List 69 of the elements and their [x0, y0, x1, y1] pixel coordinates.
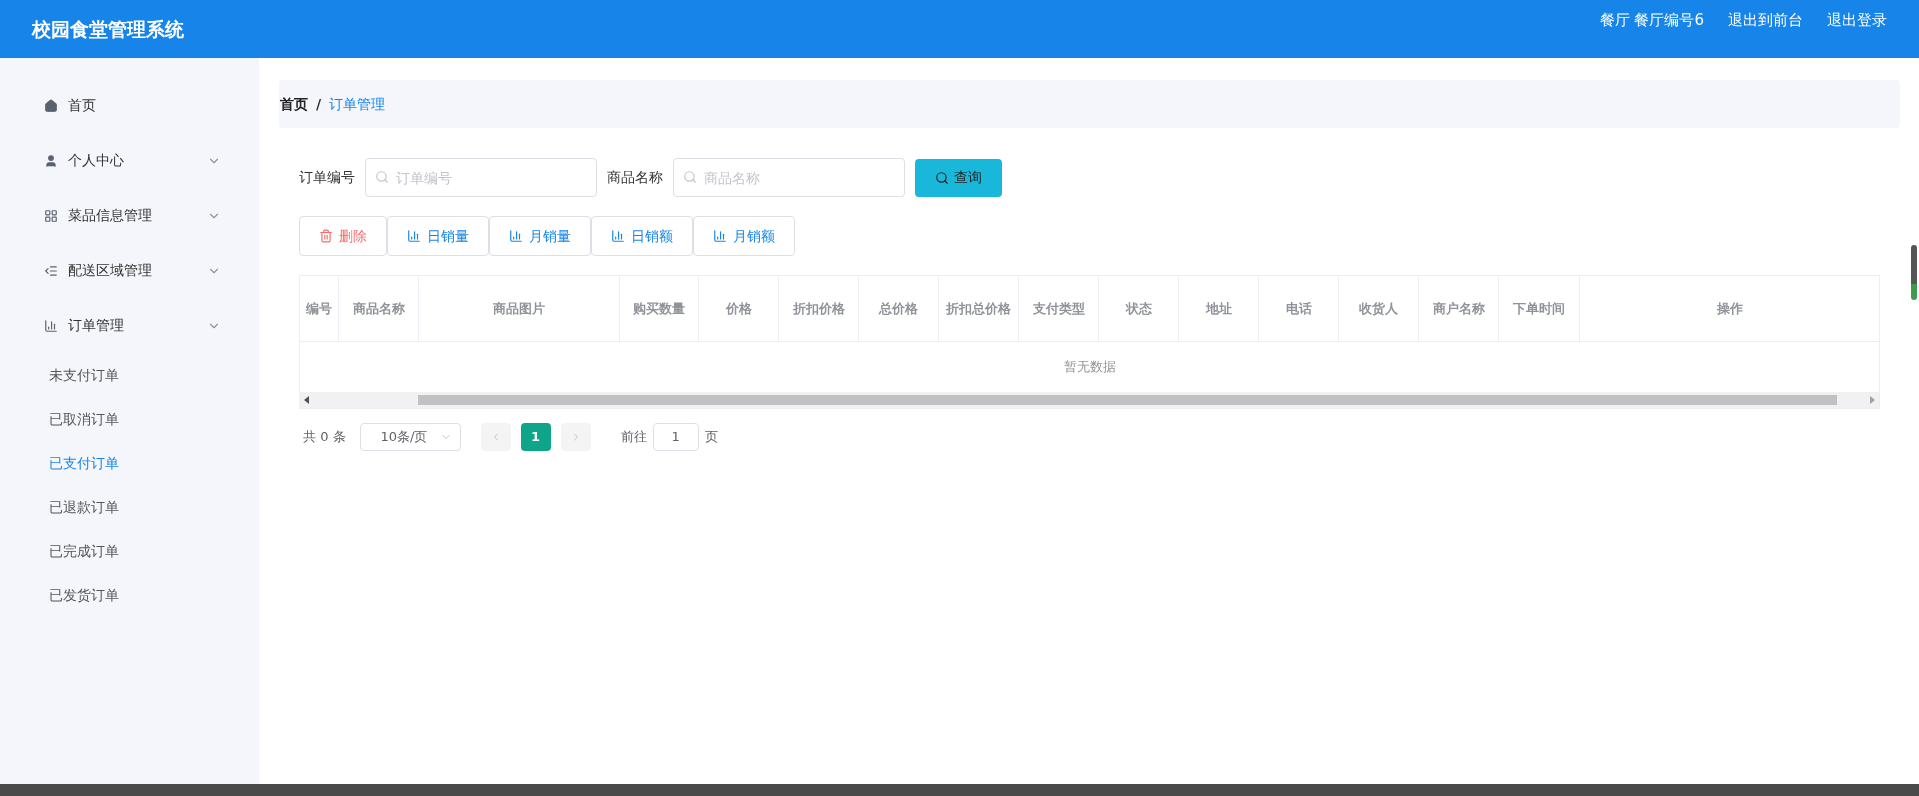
field-label: 商品名称 — [607, 168, 663, 187]
total-count: 共 0 条 — [303, 428, 346, 447]
submenu-item[interactable]: 已发货订单 — [0, 573, 259, 617]
menu-item[interactable]: 订单管理 — [0, 298, 259, 353]
column-header: 收货人 — [1339, 276, 1419, 341]
submenu-item[interactable]: 已退款订单 — [0, 485, 259, 529]
bar-chart-icon — [44, 318, 58, 333]
user-icon — [44, 153, 58, 168]
list-icon — [44, 263, 58, 278]
column-header: 商户名称 — [1419, 276, 1499, 341]
action-button[interactable]: 日销额 — [591, 216, 693, 256]
menu-item[interactable]: 配送区域管理 — [0, 243, 259, 298]
column-header: 折扣价格 — [779, 276, 859, 341]
action-button[interactable]: 月销额 — [693, 216, 795, 256]
submenu-item[interactable]: 已支付订单 — [0, 441, 259, 485]
column-header: 下单时间 — [1499, 276, 1580, 341]
goto-label: 前往 — [620, 428, 647, 447]
search-button[interactable]: 查询 — [915, 158, 1002, 197]
prev-page-button[interactable] — [480, 423, 511, 451]
bar-chart-icon — [407, 229, 421, 243]
search-icon — [375, 170, 389, 184]
scroll-left-icon — [304, 396, 310, 404]
scrollbar-thumb[interactable] — [418, 395, 1837, 405]
bar-chart-icon — [611, 229, 625, 243]
menu-item[interactable]: 菜品信息管理 — [0, 188, 259, 243]
submenu-item[interactable]: 已取消订单 — [0, 397, 259, 441]
bar-chart-icon — [713, 229, 727, 243]
column-header: 价格 — [699, 276, 779, 341]
submenu-item[interactable]: 已完成订单 — [0, 529, 259, 573]
search-icon — [683, 170, 697, 184]
header-link[interactable]: 退出登录 — [1827, 8, 1887, 32]
column-header: 支付类型 — [1019, 276, 1099, 341]
action-button[interactable]: 月销量 — [489, 216, 591, 256]
search-icon — [935, 170, 949, 185]
user-label: 餐厅 餐厅编号6 — [1599, 9, 1704, 31]
column-header: 购买数量 — [620, 276, 699, 341]
trash-icon — [319, 229, 333, 243]
breadcrumb-link[interactable]: 订单管理 — [329, 93, 386, 115]
breadcrumb-separator: / — [316, 94, 322, 114]
empty-text: 暂无数据 — [1063, 358, 1116, 377]
column-header: 地址 — [1179, 276, 1259, 341]
next-page-button[interactable] — [560, 423, 591, 451]
scroll-indicator[interactable] — [1911, 245, 1917, 300]
app-title: 校园食堂管理系统 — [32, 16, 184, 42]
header-link[interactable]: 退出到前台 — [1728, 8, 1803, 32]
horizontal-scrollbar[interactable] — [300, 392, 1879, 408]
column-header: 商品名称 — [339, 276, 419, 341]
column-header: 商品图片 — [419, 276, 620, 341]
action-button[interactable]: 日销量 — [387, 216, 489, 256]
column-header: 状态 — [1099, 276, 1179, 341]
page-suffix: 页 — [704, 428, 718, 447]
menu-item[interactable]: 个人中心 — [0, 133, 259, 188]
column-header: 折扣总价格 — [939, 276, 1019, 341]
column-header: 电话 — [1259, 276, 1339, 341]
column-header: 编号 — [300, 276, 339, 341]
goto-page-field[interactable]: 1 — [652, 423, 699, 451]
column-header: 操作 — [1580, 276, 1879, 341]
column-header: 总价格 — [859, 276, 939, 341]
bar-chart-icon — [509, 229, 523, 243]
page-size-select[interactable]: 10条/页 — [359, 423, 461, 451]
grid-icon — [44, 208, 58, 223]
scroll-right-icon — [1869, 396, 1875, 404]
submenu-item[interactable]: 未支付订单 — [0, 353, 259, 397]
breadcrumb-link[interactable]: 首页 — [280, 93, 308, 115]
search-field[interactable]: 商品名称 — [673, 158, 905, 197]
home-icon — [44, 98, 58, 113]
menu-item[interactable]: 首页 — [0, 78, 259, 133]
field-label: 订单编号 — [299, 168, 355, 187]
search-field[interactable]: 订单编号 — [365, 158, 597, 197]
